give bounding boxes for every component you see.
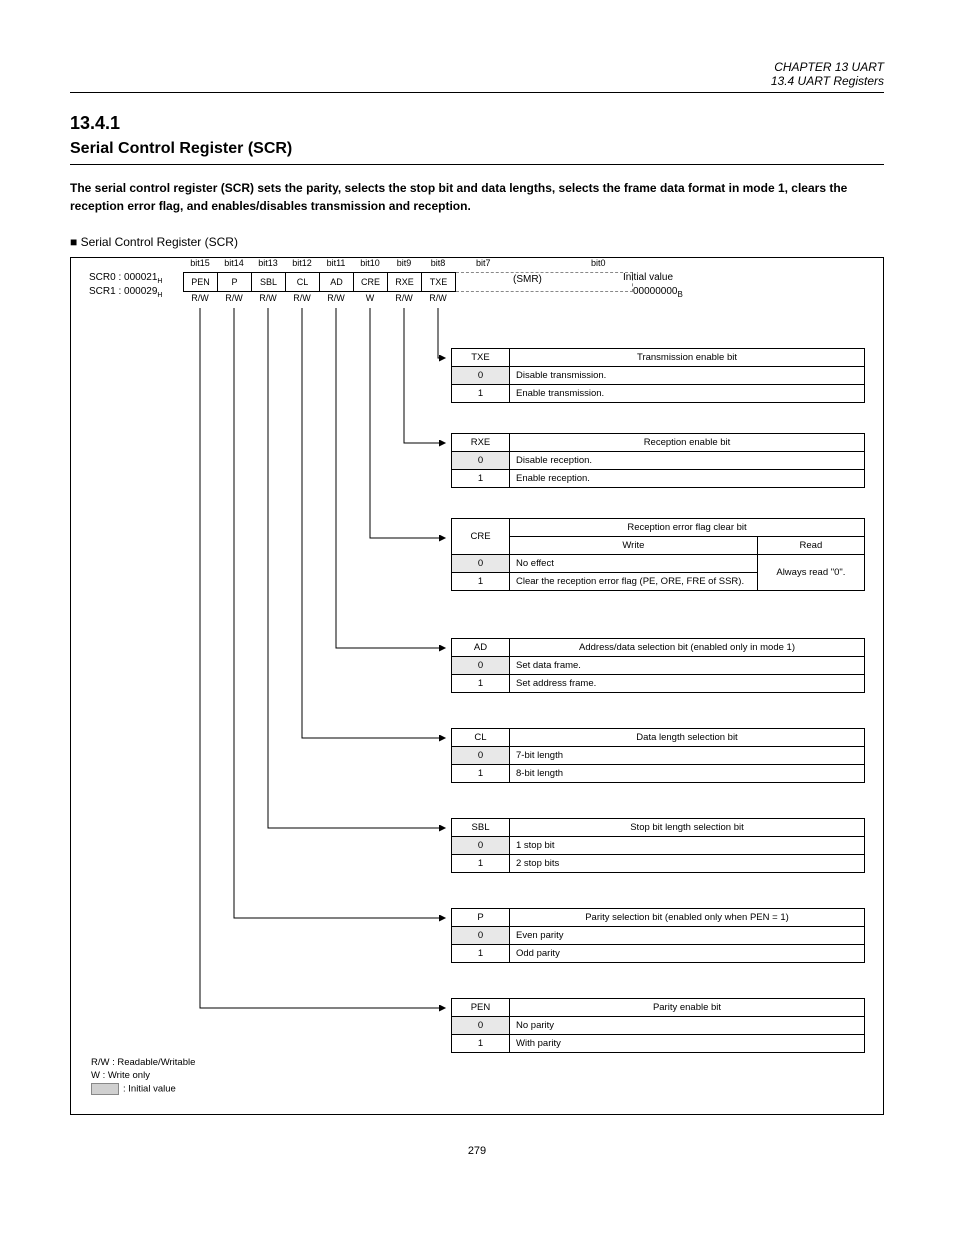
bitbox: CRE — [353, 272, 387, 292]
legend: R/W : Readable/Writable W : Write only :… — [91, 1057, 195, 1096]
txe-table: TXETransmission enable bit 0Disable tran… — [451, 348, 865, 403]
rw: R/W — [387, 293, 421, 303]
bitnum: bit14 — [217, 258, 251, 268]
addr1: SCR1 : 000029 — [89, 286, 157, 297]
page-header: CHAPTER 13 UART 13.4 UART Registers — [70, 60, 884, 93]
rw: R/W — [421, 293, 455, 303]
rw: R/W — [285, 293, 319, 303]
section-title: Serial Control Register (SCR) — [70, 140, 884, 165]
rw: R/W — [251, 293, 285, 303]
cre-table: CREReception error flag clear bit WriteR… — [451, 518, 865, 591]
smr-dashbox — [456, 272, 633, 292]
register-diagram: bit15 bit14 bit13 bit12 bit11 bit10 bit9… — [70, 257, 884, 1115]
section-number: 13.4.1 — [70, 113, 884, 134]
connector-lines — [183, 308, 463, 1068]
ad-table: ADAddress/data selection bit (enabled on… — [451, 638, 865, 693]
bit0-label: bit0 — [591, 258, 606, 268]
p-table: PParity selection bit (enabled only when… — [451, 908, 865, 963]
bit-boxes: PEN P SBL CL AD CRE RXE TXE — [183, 272, 456, 292]
page-number: 279 — [70, 1145, 884, 1157]
bit-numbers: bit15 bit14 bit13 bit12 bit11 bit10 bit9… — [183, 258, 455, 268]
section-intro: The serial control register (SCR) sets t… — [70, 179, 884, 215]
sbl-table: SBLStop bit length selection bit 01 stop… — [451, 818, 865, 873]
addr0: SCR0 : 000021 — [89, 272, 157, 283]
rw: R/W — [319, 293, 353, 303]
bitbox: CL — [285, 272, 319, 292]
initial-value: 00000000B — [633, 286, 683, 299]
header-chapter: CHAPTER 13 UART — [70, 60, 884, 74]
bitbox: RXE — [387, 272, 421, 292]
rw-row: R/W R/W R/W R/W R/W W R/W R/W — [183, 293, 455, 303]
bit7-label: bit7 — [476, 258, 491, 268]
bitnum: bit12 — [285, 258, 319, 268]
rw: W — [353, 293, 387, 303]
smr-label: (SMR) — [513, 274, 542, 285]
rxe-table: RXEReception enable bit 0Disable recepti… — [451, 433, 865, 488]
legend-init: : Initial value — [91, 1083, 195, 1096]
address-block: SCR0 : 000021H SCR1 : 000029H — [89, 272, 162, 301]
bitbox: AD — [319, 272, 353, 292]
addr-sub: H — [157, 292, 162, 299]
bitnum: bit10 — [353, 258, 387, 268]
pen-table: PENParity enable bit 0No parity 1With pa… — [451, 998, 865, 1053]
rw: R/W — [217, 293, 251, 303]
bitnum: bit9 — [387, 258, 421, 268]
bitbox: PEN — [183, 272, 217, 292]
legend-rw: R/W : Readable/Writable — [91, 1057, 195, 1070]
legend-swatch — [91, 1083, 119, 1095]
bitbox: TXE — [421, 272, 456, 292]
initial-value-label: Initial value — [623, 272, 673, 283]
rw: R/W — [183, 293, 217, 303]
bitbox: P — [217, 272, 251, 292]
header-section: 13.4 UART Registers — [70, 74, 884, 88]
bitnum: bit8 — [421, 258, 455, 268]
figure-label: ■ Serial Control Register (SCR) — [70, 235, 884, 249]
addr-sub: H — [157, 278, 162, 285]
cl-table: CLData length selection bit 07-bit lengt… — [451, 728, 865, 783]
bitbox: SBL — [251, 272, 285, 292]
legend-w: W : Write only — [91, 1070, 195, 1083]
bitnum: bit11 — [319, 258, 353, 268]
bitnum: bit15 — [183, 258, 217, 268]
bitnum: bit13 — [251, 258, 285, 268]
